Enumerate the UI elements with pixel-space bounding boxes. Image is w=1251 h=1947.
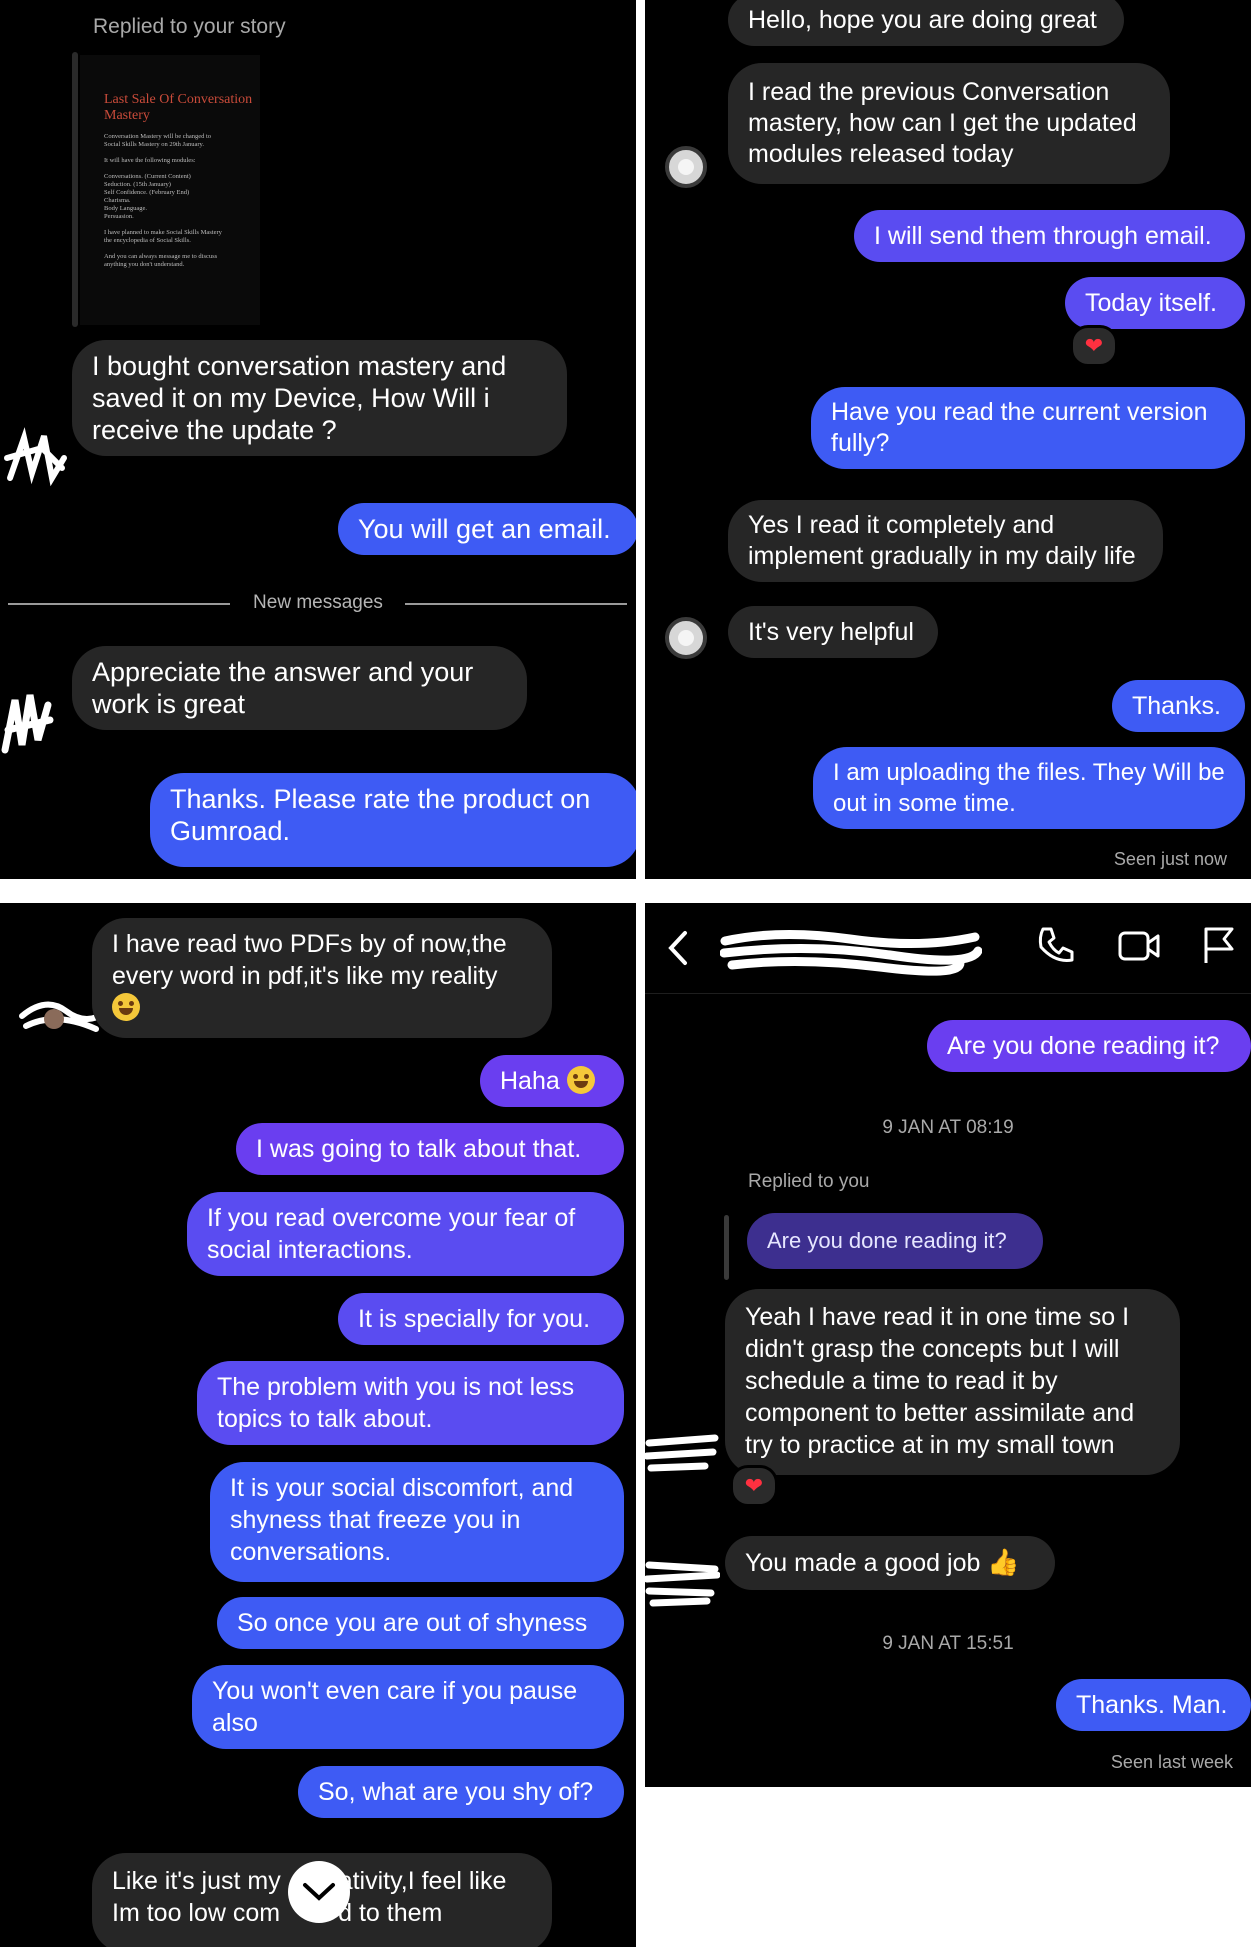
outgoing-message[interactable]: I will send them through email.	[854, 210, 1245, 262]
quote-bar	[724, 1215, 729, 1280]
outgoing-message[interactable]: Thanks.	[1112, 680, 1245, 732]
outgoing-message[interactable]: The problem with you is not less topics …	[197, 1361, 624, 1445]
chevron-down-icon	[303, 1883, 335, 1901]
message-text: You made a good job	[745, 1549, 981, 1577]
outgoing-message[interactable]: Thanks. Man.	[1056, 1679, 1251, 1731]
thumbs-up-icon: 👍	[987, 1547, 1020, 1577]
replied-to-label: Replied to you	[748, 1171, 870, 1192]
seen-status: Seen just now	[1113, 849, 1227, 869]
timestamp: 9 JAN AT 15:51	[882, 1633, 1014, 1654]
outgoing-message[interactable]: You will get an email.	[338, 503, 636, 555]
avatar-scribble	[645, 1434, 719, 1472]
quoted-message[interactable]: Are you done reading it?	[747, 1213, 1043, 1269]
outgoing-message[interactable]: It is specially for you.	[338, 1293, 624, 1345]
incoming-message[interactable]: Hello, hope you are doing great	[728, 0, 1124, 46]
flag-icon[interactable]	[1200, 925, 1236, 965]
timestamp: 9 JAN AT 08:19	[882, 1117, 1014, 1138]
avatar-scribble	[1, 694, 54, 754]
avatar-scribble	[4, 427, 67, 487]
outgoing-message[interactable]: Have you read the current version fully?	[811, 387, 1245, 469]
chat-panel-4: Are you done reading it? 9 JAN AT 08:19 …	[645, 903, 1251, 1787]
video-camera-icon[interactable]	[1117, 925, 1161, 965]
quote-bar	[72, 52, 78, 327]
incoming-message[interactable]: I read the previous Conversation mastery…	[728, 63, 1170, 184]
outgoing-message[interactable]: So once you are out of shyness	[217, 1597, 624, 1649]
story-reply-header: Replied to your story	[93, 15, 286, 38]
message-text: Im too low com	[112, 1899, 281, 1927]
outgoing-message[interactable]: Are you done reading it?	[927, 1020, 1251, 1072]
outgoing-message[interactable]: I am uploading the files. They Will be o…	[813, 747, 1245, 829]
outgoing-message[interactable]: Thanks. Please rate the product on Gumro…	[150, 773, 636, 867]
chat-header	[645, 903, 1251, 994]
message-text: I have read two PDFs by of now,the every…	[112, 930, 507, 990]
story-body: Conversation Mastery will be changed to …	[104, 133, 222, 268]
chat-panel-1: Replied to your story Last Sale Of Conve…	[0, 0, 636, 879]
outgoing-message[interactable]: It is your social discomfort, and shynes…	[210, 1462, 624, 1582]
outgoing-message[interactable]: Today itself.	[1065, 277, 1245, 329]
message-text: ativity,I feel like	[338, 1867, 507, 1895]
divider-right	[405, 603, 627, 605]
incoming-message[interactable]: You made a good job 👍	[725, 1536, 1055, 1590]
incoming-message[interactable]: Yeah I have read it in one time so I did…	[725, 1289, 1180, 1475]
outgoing-message[interactable]: If you read overcome your fear of social…	[187, 1192, 624, 1276]
outgoing-message[interactable]: I was going to talk about that.	[236, 1123, 624, 1175]
incoming-message[interactable]: Appreciate the answer and your work is g…	[72, 646, 527, 730]
avatar[interactable]	[665, 146, 707, 188]
incoming-message[interactable]: I have read two PDFs by of now,the every…	[92, 918, 552, 1038]
story-title: Last Sale Of Conversation Mastery	[104, 92, 253, 123]
message-text: Like it's just my	[112, 1867, 281, 1895]
laughing-emoji-icon	[112, 993, 140, 1021]
chat-panel-2: Hello, hope you are doing great I read t…	[645, 0, 1251, 879]
message-text: Haha	[500, 1067, 560, 1095]
avatar-scribble	[645, 1561, 720, 1607]
seen-status: Seen last week	[1110, 1752, 1233, 1772]
incoming-message[interactable]: I bought conversation mastery and saved …	[72, 340, 567, 456]
outgoing-message[interactable]: You won't even care if you pause also	[192, 1665, 624, 1749]
phone-icon[interactable]	[1035, 925, 1075, 965]
scroll-down-button[interactable]	[288, 1861, 350, 1923]
incoming-message[interactable]: It's very helpful	[728, 606, 938, 658]
message-text: d to them	[338, 1899, 443, 1927]
chat-panel-3: I have read two PDFs by of now,the every…	[0, 903, 636, 1947]
outgoing-message[interactable]: So, what are you shy of?	[298, 1766, 624, 1818]
avatar[interactable]	[665, 617, 707, 659]
laughing-emoji-icon	[566, 1066, 595, 1094]
heart-reaction-icon[interactable]: ❤	[1070, 325, 1118, 367]
redacted-username[interactable]	[720, 921, 982, 977]
chevron-left-icon[interactable]	[667, 929, 689, 967]
incoming-message[interactable]: Yes I read it completely and implement g…	[728, 500, 1163, 582]
outgoing-message[interactable]: Haha	[480, 1055, 624, 1107]
heart-reaction-icon[interactable]: ❤	[730, 1465, 778, 1507]
